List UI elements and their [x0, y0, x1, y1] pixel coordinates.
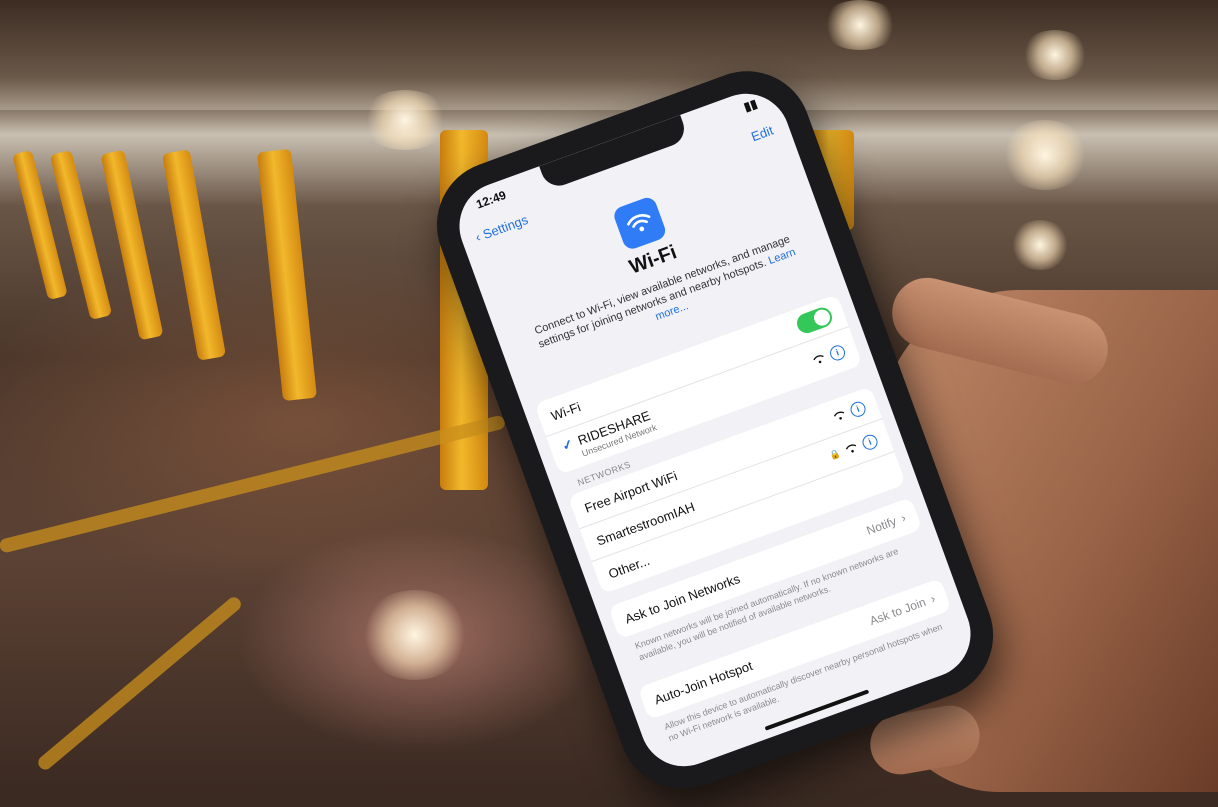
- back-button[interactable]: ‹ Settings: [473, 212, 530, 245]
- wifi-signal-icon: [813, 355, 824, 364]
- phone-screen: 12:49 ▮▮ ‹ Settings Edit Wi-Fi Connect t…: [447, 81, 983, 779]
- wifi-toggle[interactable]: [794, 304, 835, 336]
- smartphone: 12:49 ▮▮ ‹ Settings Edit Wi-Fi Connect t…: [418, 53, 1012, 807]
- chevron-right-icon: ›: [899, 510, 908, 526]
- checkmark-icon: ✓: [559, 435, 576, 454]
- info-icon[interactable]: i: [848, 399, 868, 419]
- back-label: Settings: [480, 211, 530, 243]
- wifi-icon: [611, 195, 668, 252]
- lock-icon: 🔒: [827, 447, 842, 461]
- wifi-signal-icon: [845, 444, 857, 453]
- wifi-signal-icon: [833, 411, 845, 420]
- wifi-toggle-label: Wi-Fi: [548, 398, 583, 424]
- battery-icon: ▮▮: [741, 96, 760, 115]
- chevron-right-icon: ›: [928, 591, 938, 606]
- auto-join-value: Ask to Join: [867, 594, 928, 629]
- info-icon[interactable]: i: [860, 432, 880, 452]
- status-time: 12:49: [474, 187, 508, 212]
- ask-to-join-value: Notify: [864, 514, 899, 538]
- info-icon[interactable]: i: [827, 342, 847, 363]
- edit-button[interactable]: Edit: [749, 123, 775, 145]
- network-name: Other...: [606, 552, 652, 582]
